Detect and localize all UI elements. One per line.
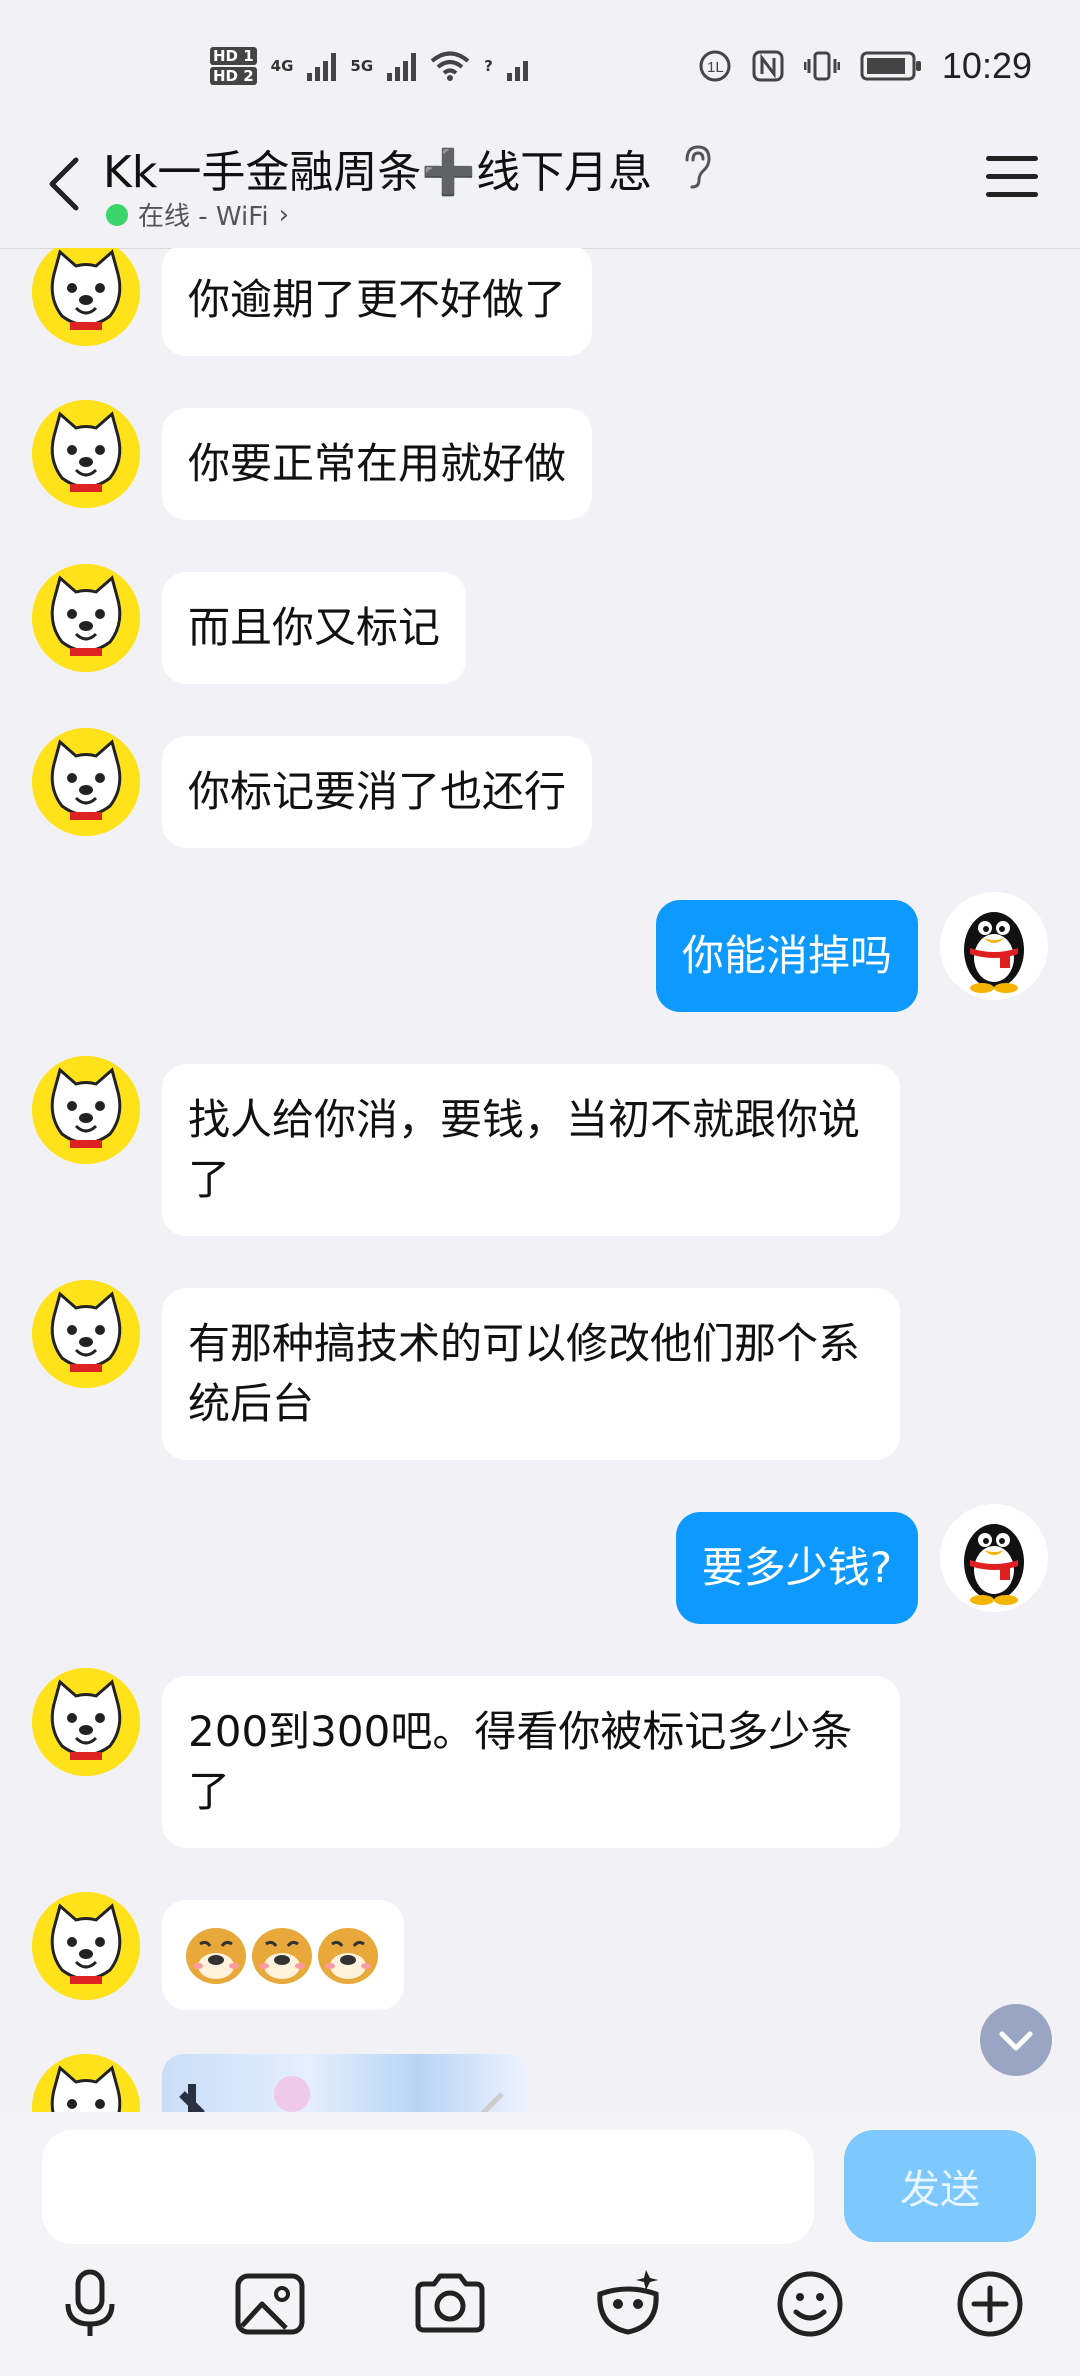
chevron-right-icon: › [278,199,289,230]
message-bubble[interactable]: 你要正常在用就好做 [162,408,593,520]
message-input[interactable] [42,2130,814,2244]
cat-avatar[interactable] [32,2054,140,2112]
cat-avatar[interactable] [32,728,140,836]
sticker-icon[interactable] [588,2264,668,2344]
title-text-2: 线下月息 [476,147,653,198]
svg-text:1L: 1L [707,59,724,76]
message-bubble[interactable]: 200到300吧。得看你被标记多少条了 [162,1676,900,1848]
ear-icon[interactable] [680,144,714,190]
message-bubble[interactable]: 你标记要消了也还行 [162,736,593,848]
back-arrow-icon[interactable] [30,148,100,218]
message-bubble[interactable]: 有那种搞技术的可以修改他们那个系统后台 [162,1288,900,1460]
cat-avatar[interactable] [32,1280,140,1388]
online-status-text: 在线 - WiFi [138,202,269,232]
scroll-down-button[interactable] [980,2004,1052,2076]
status-bar: HD 1 HD 2 4G 5G ? 1L 10:29 [0,0,1080,130]
menu-icon[interactable] [986,156,1038,200]
cat-avatar[interactable] [32,564,140,672]
cat-avatar[interactable] [32,248,140,346]
cat-avatar[interactable] [32,400,140,508]
hd2-badge: HD 2 [210,67,257,85]
message-bubble[interactable]: 你逾期了更不好做了 [162,248,593,356]
penguin-avatar[interactable] [940,1504,1048,1612]
chevron-down-icon [999,2031,1033,2051]
my-message-bubble[interactable]: 你能消掉吗 [655,900,918,1012]
network-5g-label: 5G [350,57,374,75]
online-dot [106,203,128,226]
hd-call-icon: 1L [699,50,731,82]
emoji-icon[interactable] [770,2264,850,2344]
signal-icon-3 [506,51,528,81]
title-plus: ➕ [421,147,477,198]
message-bubble[interactable]: 而且你又标记 [162,572,467,684]
send-button[interactable]: 发送 [844,2130,1036,2242]
cat-avatar[interactable] [32,1056,140,1164]
hd-badges: HD 1 HD 2 [210,47,257,85]
dog-emoji-icon [186,1928,378,1984]
hd1-badge: HD 1 [210,47,257,65]
mic-icon[interactable] [50,2264,130,2344]
online-status[interactable]: 在线 - WiFi › [106,196,289,233]
camera-icon[interactable] [410,2264,490,2344]
emoji-bubble[interactable] [162,1900,404,2010]
signal-icon-2 [387,51,417,81]
my-message-bubble[interactable]: 要多少钱? [675,1512,918,1624]
wifi-extra: ? [484,57,493,75]
title-text-1: Kk一手金融周条 [103,147,422,198]
status-right: 1L 10:29 [698,38,1032,94]
cat-avatar[interactable] [32,1892,140,2000]
status-left: HD 1 HD 2 4G 5G ? [210,38,528,94]
image-icon[interactable] [230,2264,310,2344]
network-4g-label: 4G [270,57,294,75]
wifi-icon [430,51,470,81]
penguin-avatar[interactable] [940,892,1048,1000]
sticker-image[interactable] [162,2054,528,2112]
message-bubble[interactable]: 找人给你消，要钱，当初不就跟你说了 [162,1064,900,1236]
chat-title[interactable]: Kk一手金融周条➕线下月息 [103,136,652,200]
clock: 10:29 [941,45,1032,86]
signal-icon [307,51,337,81]
plus-icon[interactable] [950,2264,1030,2344]
chat-messages[interactable]: 你逾期了更不好做了 你要正常在用就好做 而且你又标记 你标记要消了也还行 你能消… [0,248,1080,2112]
cat-avatar[interactable] [32,1668,140,1776]
vibrate-icon [803,51,840,81]
battery-icon [860,51,921,81]
input-bar: 发送 [0,2112,1080,2376]
nfc-icon [752,50,784,82]
chat-header: Kk一手金融周条➕线下月息 在线 - WiFi › [0,130,1080,249]
